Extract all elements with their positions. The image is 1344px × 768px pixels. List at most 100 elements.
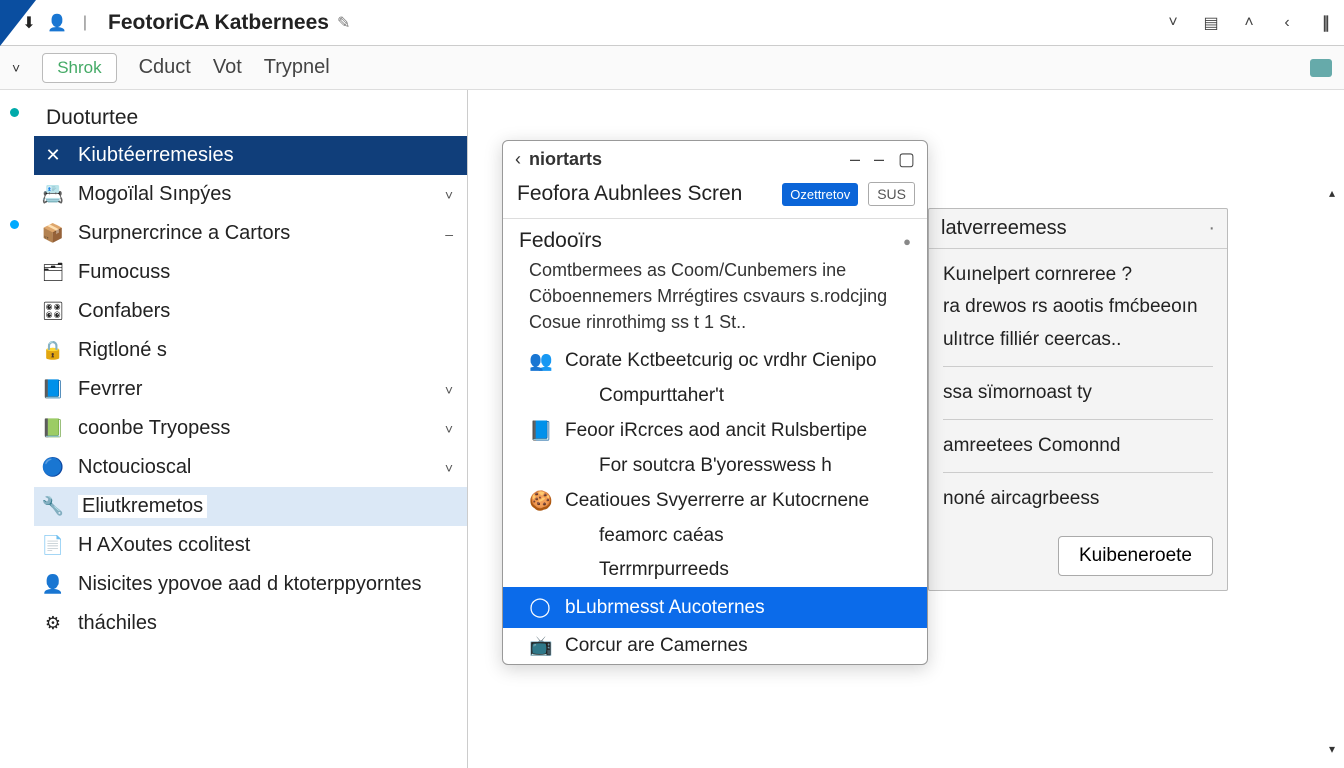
popup-row-0[interactable]: 👥 Corate Kctbeetcurig oc vrdhr Cienipo xyxy=(503,343,927,379)
popup-mid-icon[interactable]: – xyxy=(874,149,884,170)
sidebar-item-label: Fevrrer xyxy=(78,378,142,401)
popup-row-4[interactable]: 🍪 Ceatioues Svyerrerre ar Kutocrnene xyxy=(503,483,927,519)
details-card: latverreemess · Kuınelpert cornreree ? r… xyxy=(928,208,1228,591)
popup-primary-pill[interactable]: Ozettretov xyxy=(782,183,858,206)
expand-icon[interactable]: ˅ xyxy=(445,460,453,476)
popup-title: Feofora Aubnlees Scren xyxy=(517,182,772,206)
expand-icon[interactable]: – xyxy=(445,226,453,242)
sidebar-item-3[interactable]: 🗂 Fumocuss xyxy=(34,253,467,292)
titlebar-back-icon[interactable]: ‹ xyxy=(1278,14,1296,32)
popup-row-label: Corcur are Camernes xyxy=(565,635,748,657)
sidebar-item-icon: 🔵 xyxy=(42,457,64,479)
titlebar-up-icon[interactable]: ˄ xyxy=(1240,14,1258,32)
popup-secondary-pill[interactable]: SUS xyxy=(868,182,915,206)
popup-row-6[interactable]: Terrmrpurreeds xyxy=(503,553,927,587)
sidebar-item-icon: 📘 xyxy=(42,379,64,401)
sidebar-item-icon: 📗 xyxy=(42,418,64,440)
popup-row-label: feamorc caéas xyxy=(599,525,724,547)
sidebar-item-8[interactable]: 🔵 Nctoucioscal ˅ xyxy=(34,448,467,487)
popup-row-icon: 👥 xyxy=(529,349,551,373)
sidebar-item-label: Confabers xyxy=(78,300,170,323)
expand-icon[interactable]: ˅ xyxy=(445,382,453,398)
popup-row-7[interactable]: ◯ bLubrmesst Aucoternes xyxy=(503,587,927,628)
sidebar-item-icon: 📦 xyxy=(42,223,64,245)
content-scrollbar[interactable]: ▴ ▾ xyxy=(1324,186,1340,758)
popup-min-icon[interactable]: – xyxy=(850,149,860,170)
sidebar-item-icon: 🎛 xyxy=(42,301,64,323)
sidebar-item-11[interactable]: 👤 Nisicites ypovoe aad d ktoterppyorntes xyxy=(34,565,467,604)
sidebar-item-icon: 🔒 xyxy=(42,340,64,362)
sidebar-item-6[interactable]: 📘 Fevrrer ˅ xyxy=(34,370,467,409)
sidebar-item-icon: 📄 xyxy=(42,535,64,557)
details-card-menu-icon[interactable]: · xyxy=(1208,217,1215,240)
popup-row-label: bLubrmesst Aucoternes xyxy=(565,597,765,619)
sidebar-item-label: Fumocuss xyxy=(78,261,170,284)
sidebar-item-1[interactable]: 📇Mogoïlal Sınpýes˅ xyxy=(34,175,467,214)
edit-title-icon[interactable]: ✎ xyxy=(337,13,350,33)
sidebar-item-label: Kiubtéerremesies xyxy=(78,144,234,167)
popup-row-label: For soutcra B'yoresswess h xyxy=(599,455,832,477)
details-line-3: ssa sïmornoast ty xyxy=(943,377,1213,409)
popup-row-icon: 📺 xyxy=(529,634,551,658)
popup-max-icon[interactable]: ▢ xyxy=(898,149,915,170)
sidebar-item-icon: 🗂 xyxy=(42,262,64,284)
sidebar-item-label: H AXoutes ccolitest xyxy=(78,534,250,557)
toolbar-tab-2[interactable]: Trypnel xyxy=(264,56,330,79)
popup-row-icon: 🍪 xyxy=(529,489,551,513)
rail-indicator-1 xyxy=(10,108,19,117)
sidebar-item-icon: 🔧 xyxy=(42,496,64,518)
titlebar-pause-icon[interactable]: ∥ xyxy=(1316,14,1334,32)
scrollbar-down-icon[interactable]: ▾ xyxy=(1324,742,1340,758)
toolbar-right-button[interactable] xyxy=(1310,59,1332,77)
popup-back-label[interactable]: niortarts xyxy=(529,149,602,170)
details-action-button[interactable]: Kuibeneroete xyxy=(1058,536,1213,576)
popup-section-more-icon[interactable]: ● xyxy=(903,234,911,249)
sidebar-item-10[interactable]: 📄 H AXoutes ccolitest xyxy=(34,526,467,565)
sidebar-header: Duoturtee xyxy=(34,100,467,136)
details-line-2: ra drewos rs aootis fmćbeeoın ulıtrce fi… xyxy=(943,291,1213,356)
sidebar-item-icon: 📇 xyxy=(42,184,64,206)
details-line-5: noné aircagrbeess xyxy=(943,483,1213,515)
popup-row-5[interactable]: feamorc caéas xyxy=(503,519,927,553)
sidebar-item-2[interactable]: 📦Surpnercrince a Cartors– xyxy=(34,214,467,253)
toolbar-collapse-icon[interactable]: ˅ xyxy=(12,60,20,76)
sidebar-item-7[interactable]: 📗 coonbe Tryopess ˅ xyxy=(34,409,467,448)
toolbar-tab-0[interactable]: Cduct xyxy=(139,56,191,79)
scrollbar-up-icon[interactable]: ▴ xyxy=(1324,186,1340,202)
sidebar-item-0[interactable]: ✕ Kiubtéerremesies xyxy=(34,136,467,175)
toolbar-tab-1[interactable]: Vot xyxy=(213,56,242,79)
popup-back-icon[interactable]: ‹ xyxy=(515,149,521,170)
expand-icon[interactable]: ˅ xyxy=(445,421,453,437)
popup-row-label: Corate Kctbeetcurig oc vrdhr Cienipo xyxy=(565,350,877,372)
details-line-4: amreetees Comonnd xyxy=(943,430,1213,462)
sidebar-item-label: Nctoucioscal xyxy=(78,456,191,479)
popup-row-label: Compurttaher't xyxy=(599,385,724,407)
sidebar-item-icon: ✕ xyxy=(42,145,64,167)
popup-row-icon: 📘 xyxy=(529,419,551,443)
titlebar-grid-icon[interactable]: ▤ xyxy=(1202,14,1220,32)
details-card-header: latverreemess xyxy=(941,217,1067,240)
sidebar-item-icon: ⚙ xyxy=(42,613,64,635)
sidebar-item-label: Nisicites ypovoe aad d ktoterppyorntes xyxy=(78,573,422,596)
app-icon-2: 👤 xyxy=(48,14,66,32)
popup-row-2[interactable]: 📘 Feoor iRcrces aod ancit Rulsbertipe xyxy=(503,413,927,449)
popup-row-label: Terrmrpurreeds xyxy=(599,559,729,581)
titlebar-dropdown-icon[interactable]: ˅ xyxy=(1164,14,1182,32)
show-button[interactable]: Shrok xyxy=(42,53,116,83)
window-title: FeotoriCA Katbernees xyxy=(108,11,329,35)
sidebar-item-12[interactable]: ⚙tháchiles xyxy=(34,604,467,643)
sidebar-item-9[interactable]: 🔧 Eliutkremetos xyxy=(34,487,467,526)
popup-row-1[interactable]: Compurttaher't xyxy=(503,379,927,413)
popup-row-label: Feoor iRcrces aod ancit Rulsbertipe xyxy=(565,420,867,442)
popup-row-icon: ◯ xyxy=(529,596,551,619)
app-accent-triangle xyxy=(0,0,36,46)
sidebar-item-5[interactable]: 🔒Rigtloné s xyxy=(34,331,467,370)
sidebar-item-label: Eliutkremetos xyxy=(78,495,207,518)
sidebar-item-4[interactable]: 🎛 Confabers xyxy=(34,292,467,331)
sidebar-item-icon: 👤 xyxy=(42,574,64,596)
popup-row-3[interactable]: For soutcra B'yoresswess h xyxy=(503,449,927,483)
popup-row-label: Ceatioues Svyerrerre ar Kutocrnene xyxy=(565,490,869,512)
sidebar-item-label: coonbe Tryopess xyxy=(78,417,230,440)
expand-icon[interactable]: ˅ xyxy=(445,187,453,203)
popup-row-8[interactable]: 📺 Corcur are Camernes xyxy=(503,628,927,664)
